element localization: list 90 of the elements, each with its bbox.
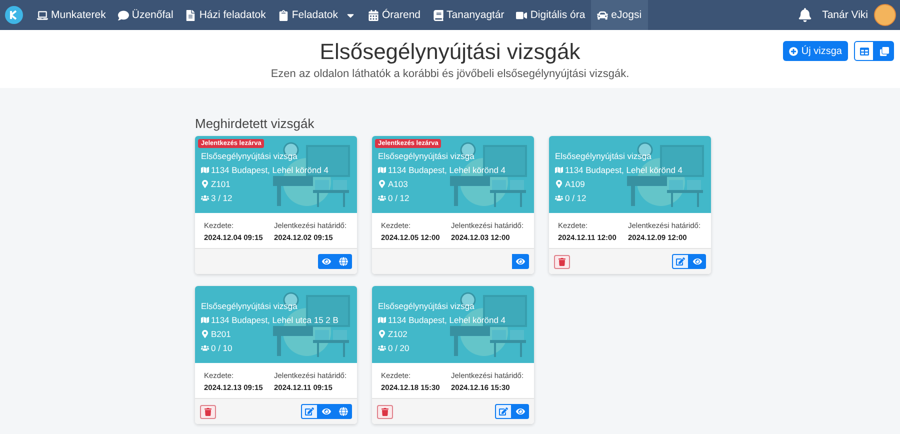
view-button[interactable] [318,254,335,269]
exam-title: Elsősegélynyújtási vizsga [378,301,476,311]
map-icon [201,166,209,174]
people-icon [201,344,209,352]
calendar-icon [368,10,379,20]
exam-title: Elsősegélynyújtási vizsga [201,301,298,311]
location-pin-icon [555,180,563,188]
plus-icon [789,46,798,56]
user-name[interactable]: Tanár Viki [822,9,868,21]
nav-item[interactable]: eJogsi [591,0,648,30]
table-icon [860,46,868,56]
exam-title: Elsősegélynyújtási vizsga [555,151,652,161]
notification-bell-icon[interactable] [798,8,812,22]
new-exam-button[interactable]: Új vizsga [783,41,848,61]
exam-room: A109 [565,179,585,189]
exam-address: 1134 Budapest, Lehel körönd 4 [388,165,506,175]
book-icon [432,10,444,20]
edit-icon [305,407,314,416]
exam-room: Z102 [388,329,408,339]
nav-item[interactable]: Üzenőfal [112,0,180,30]
map-icon [201,316,209,324]
location-pin-icon [378,180,386,188]
exam-title: Elsősegélynyújtási vizsga [201,151,298,161]
video-camera-icon [516,10,528,20]
people-icon [378,194,386,202]
eye-icon [693,257,702,266]
trash-icon [558,258,566,266]
nav-item[interactable]: Feladatok [272,0,362,30]
exam-address: 1134 Budapest, Lehel körönd 4 [211,165,329,175]
globe-icon [339,257,348,266]
clipboard-icon [278,10,289,20]
view-button[interactable] [318,404,335,419]
map-icon [378,316,386,324]
edit-button[interactable] [672,254,689,269]
location-pin-icon [201,330,209,338]
nav-item[interactable]: Munkaterek [31,0,112,30]
trash-icon [204,408,212,416]
edit-icon [499,407,508,416]
seat-count: 0 / 12 [565,193,586,203]
seat-count: 0 / 12 [388,193,410,203]
speech-bubble-icon [118,10,129,20]
location-pin-icon [378,330,386,338]
nav-item[interactable]: Digitális óra [510,0,592,30]
page-title: Elsősegélynyújtási vizsgák [320,38,580,64]
seat-count: 0 / 10 [211,343,232,353]
exam-address: 1134 Budapest, Lehel körönd 4 [388,315,506,325]
exam-title: Elsősegélynyújtási vizsga [378,151,476,161]
view-button[interactable] [689,254,706,269]
view-button[interactable] [512,404,529,419]
seat-count: 3 / 12 [211,193,232,203]
exam-room: Z101 [211,179,230,189]
nav-item[interactable]: Órarend [362,0,427,30]
document-icon [185,10,196,20]
laptop-icon [37,10,48,20]
edit-icon [676,257,685,266]
exam-address: 1134 Budapest, Lehel körönd 4 [565,165,683,175]
logo-icon[interactable] [5,6,23,24]
exam-address: 1134 Budapest, Lehel utca 15 2 B [211,315,338,325]
people-icon [201,194,209,202]
nav-item[interactable]: Tananyagtár [426,0,510,30]
edit-button[interactable] [495,404,512,419]
table-view-button[interactable] [854,41,874,61]
seat-count: 0 / 20 [388,343,410,353]
delete-button[interactable] [554,254,570,268]
stacked-squares-icon [880,46,888,56]
delete-button[interactable] [377,404,393,418]
map-icon [555,166,563,174]
trash-icon [381,408,389,416]
publish-button[interactable] [335,254,352,269]
globe-icon [339,407,348,416]
delete-button[interactable] [200,404,216,418]
view-button[interactable] [512,254,529,269]
car-icon [597,10,608,20]
eye-icon [516,407,525,416]
eye-icon [516,257,525,266]
exam-room: A103 [388,179,408,189]
map-icon [378,166,386,174]
publish-button[interactable] [335,404,352,419]
section-title: Meghirdetett vizsgák [195,116,316,131]
location-pin-icon [201,180,209,188]
edit-button[interactable] [301,404,318,419]
nav-item[interactable]: Házi feladatok [179,0,272,30]
page-subtitle: Ezen az oldalon láthatók a korábbi és jövőbeli elsősegélynyújtási vizsgák. [270,68,630,80]
eye-icon [322,257,331,266]
people-icon [378,344,386,352]
people-icon [555,194,563,202]
eye-icon [322,407,331,416]
card-view-button[interactable] [874,41,894,61]
user-avatar[interactable] [874,4,896,26]
exam-room: B201 [211,329,231,339]
